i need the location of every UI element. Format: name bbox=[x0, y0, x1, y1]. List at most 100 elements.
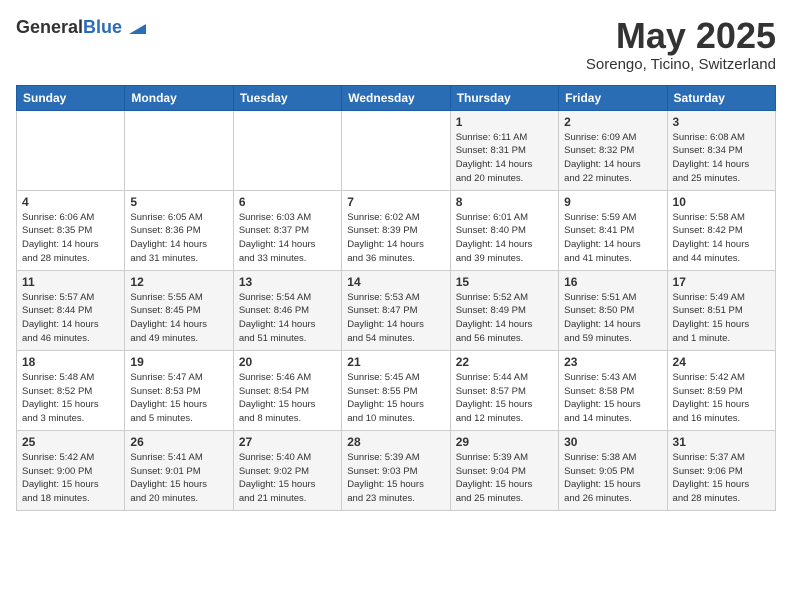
day-info: Sunrise: 6:05 AM Sunset: 8:36 PM Dayligh… bbox=[130, 211, 227, 266]
logo-general: GeneralBlue bbox=[16, 17, 122, 38]
calendar-cell: 19 Sunrise: 5:47 AM Sunset: 8:53 PM Dayli… bbox=[125, 350, 233, 430]
day-number: 21 bbox=[347, 355, 444, 369]
weekday-header-saturday: Saturday bbox=[667, 85, 775, 110]
day-info: Sunrise: 5:39 AM Sunset: 9:03 PM Dayligh… bbox=[347, 451, 444, 506]
day-info: Sunrise: 5:59 AM Sunset: 8:41 PM Dayligh… bbox=[564, 211, 661, 266]
day-number: 16 bbox=[564, 275, 661, 289]
calendar-cell: 2 Sunrise: 6:09 AM Sunset: 8:32 PM Daylig… bbox=[559, 110, 667, 190]
day-number: 28 bbox=[347, 435, 444, 449]
weekday-header-tuesday: Tuesday bbox=[233, 85, 341, 110]
day-number: 19 bbox=[130, 355, 227, 369]
day-number: 9 bbox=[564, 195, 661, 209]
day-info: Sunrise: 5:54 AM Sunset: 8:46 PM Dayligh… bbox=[239, 291, 336, 346]
day-number: 31 bbox=[673, 435, 770, 449]
title-block: May 2025 Sorengo, Ticino, Switzerland bbox=[586, 16, 776, 73]
day-number: 13 bbox=[239, 275, 336, 289]
calendar-week-row: 18Sunrise: 5:48 AM Sunset: 8:52 PM Dayli… bbox=[17, 350, 776, 430]
calendar-cell: 14Sunrise: 5:53 AM Sunset: 8:47 PM Dayli… bbox=[342, 270, 450, 350]
calendar-cell: 25 Sunrise: 5:42 AM Sunset: 9:00 PM Dayli… bbox=[17, 430, 125, 510]
day-number: 3 bbox=[673, 115, 770, 129]
day-info: Sunrise: 5:44 AM Sunset: 8:57 PM Dayligh… bbox=[456, 371, 553, 426]
day-info: Sunrise: 5:42 AM Sunset: 8:59 PM Dayligh… bbox=[673, 371, 770, 426]
calendar-cell: 30 Sunrise: 5:38 AM Sunset: 9:05 PM Dayli… bbox=[559, 430, 667, 510]
calendar-cell: 13 Sunrise: 5:54 AM Sunset: 8:46 PM Dayli… bbox=[233, 270, 341, 350]
calendar-cell bbox=[233, 110, 341, 190]
calendar-cell: 22 Sunrise: 5:44 AM Sunset: 8:57 PM Dayli… bbox=[450, 350, 558, 430]
calendar-cell: 8Sunrise: 6:01 AM Sunset: 8:40 PM Daylig… bbox=[450, 190, 558, 270]
calendar-cell bbox=[17, 110, 125, 190]
day-info: Sunrise: 5:45 AM Sunset: 8:55 PM Dayligh… bbox=[347, 371, 444, 426]
day-info: Sunrise: 5:58 AM Sunset: 8:42 PM Dayligh… bbox=[673, 211, 770, 266]
day-number: 23 bbox=[564, 355, 661, 369]
day-info: Sunrise: 6:01 AM Sunset: 8:40 PM Dayligh… bbox=[456, 211, 553, 266]
day-info: Sunrise: 5:46 AM Sunset: 8:54 PM Dayligh… bbox=[239, 371, 336, 426]
calendar-cell: 23 Sunrise: 5:43 AM Sunset: 8:58 PM Dayli… bbox=[559, 350, 667, 430]
calendar-cell: 15 Sunrise: 5:52 AM Sunset: 8:49 PM Dayli… bbox=[450, 270, 558, 350]
day-info: Sunrise: 6:11 AM Sunset: 8:31 PM Dayligh… bbox=[456, 131, 553, 186]
day-info: Sunrise: 6:06 AM Sunset: 8:35 PM Dayligh… bbox=[22, 211, 119, 266]
calendar-cell bbox=[125, 110, 233, 190]
day-number: 11 bbox=[22, 275, 119, 289]
calendar-cell: 4Sunrise: 6:06 AM Sunset: 8:35 PM Daylig… bbox=[17, 190, 125, 270]
calendar-cell: 6Sunrise: 6:03 AM Sunset: 8:37 PM Daylig… bbox=[233, 190, 341, 270]
location-title: Sorengo, Ticino, Switzerland bbox=[586, 56, 776, 73]
calendar-cell: 21 Sunrise: 5:45 AM Sunset: 8:55 PM Dayli… bbox=[342, 350, 450, 430]
day-number: 5 bbox=[130, 195, 227, 209]
calendar-cell: 10 Sunrise: 5:58 AM Sunset: 8:42 PM Dayli… bbox=[667, 190, 775, 270]
day-number: 12 bbox=[130, 275, 227, 289]
day-info: Sunrise: 5:57 AM Sunset: 8:44 PM Dayligh… bbox=[22, 291, 119, 346]
day-info: Sunrise: 5:38 AM Sunset: 9:05 PM Dayligh… bbox=[564, 451, 661, 506]
calendar-table: SundayMondayTuesdayWednesdayThursdayFrid… bbox=[16, 85, 776, 511]
day-number: 1 bbox=[456, 115, 553, 129]
day-number: 10 bbox=[673, 195, 770, 209]
calendar-cell: 9 Sunrise: 5:59 AM Sunset: 8:41 PM Daylig… bbox=[559, 190, 667, 270]
day-number: 29 bbox=[456, 435, 553, 449]
calendar-cell: 11 Sunrise: 5:57 AM Sunset: 8:44 PM Dayli… bbox=[17, 270, 125, 350]
calendar-cell: 5 Sunrise: 6:05 AM Sunset: 8:36 PM Daylig… bbox=[125, 190, 233, 270]
calendar-cell: 16 Sunrise: 5:51 AM Sunset: 8:50 PM Dayli… bbox=[559, 270, 667, 350]
day-number: 17 bbox=[673, 275, 770, 289]
logo-icon bbox=[124, 16, 146, 38]
day-number: 20 bbox=[239, 355, 336, 369]
calendar-week-row: 1 Sunrise: 6:11 AM Sunset: 8:31 PM Daylig… bbox=[17, 110, 776, 190]
day-number: 14 bbox=[347, 275, 444, 289]
weekday-header-monday: Monday bbox=[125, 85, 233, 110]
day-info: Sunrise: 5:42 AM Sunset: 9:00 PM Dayligh… bbox=[22, 451, 119, 506]
page-header: GeneralBlue May 2025 Sorengo, Ticino, Sw… bbox=[16, 16, 776, 73]
day-number: 27 bbox=[239, 435, 336, 449]
calendar-cell: 27 Sunrise: 5:40 AM Sunset: 9:02 PM Dayli… bbox=[233, 430, 341, 510]
calendar-cell: 28 Sunrise: 5:39 AM Sunset: 9:03 PM Dayli… bbox=[342, 430, 450, 510]
day-number: 30 bbox=[564, 435, 661, 449]
calendar-cell: 26Sunrise: 5:41 AM Sunset: 9:01 PM Dayli… bbox=[125, 430, 233, 510]
day-number: 2 bbox=[564, 115, 661, 129]
day-number: 15 bbox=[456, 275, 553, 289]
day-number: 6 bbox=[239, 195, 336, 209]
calendar-cell: 7Sunrise: 6:02 AM Sunset: 8:39 PM Daylig… bbox=[342, 190, 450, 270]
day-number: 26 bbox=[130, 435, 227, 449]
calendar-cell: 24 Sunrise: 5:42 AM Sunset: 8:59 PM Dayli… bbox=[667, 350, 775, 430]
day-info: Sunrise: 5:43 AM Sunset: 8:58 PM Dayligh… bbox=[564, 371, 661, 426]
calendar-cell: 20 Sunrise: 5:46 AM Sunset: 8:54 PM Dayli… bbox=[233, 350, 341, 430]
day-info: Sunrise: 6:08 AM Sunset: 8:34 PM Dayligh… bbox=[673, 131, 770, 186]
day-info: Sunrise: 5:55 AM Sunset: 8:45 PM Dayligh… bbox=[130, 291, 227, 346]
weekday-header-sunday: Sunday bbox=[17, 85, 125, 110]
day-info: Sunrise: 5:48 AM Sunset: 8:52 PM Dayligh… bbox=[22, 371, 119, 426]
day-number: 24 bbox=[673, 355, 770, 369]
day-info: Sunrise: 6:09 AM Sunset: 8:32 PM Dayligh… bbox=[564, 131, 661, 186]
calendar-week-row: 11 Sunrise: 5:57 AM Sunset: 8:44 PM Dayli… bbox=[17, 270, 776, 350]
calendar-cell: 3 Sunrise: 6:08 AM Sunset: 8:34 PM Daylig… bbox=[667, 110, 775, 190]
calendar-cell bbox=[342, 110, 450, 190]
day-info: Sunrise: 5:40 AM Sunset: 9:02 PM Dayligh… bbox=[239, 451, 336, 506]
calendar-cell: 18Sunrise: 5:48 AM Sunset: 8:52 PM Dayli… bbox=[17, 350, 125, 430]
day-number: 25 bbox=[22, 435, 119, 449]
day-info: Sunrise: 5:37 AM Sunset: 9:06 PM Dayligh… bbox=[673, 451, 770, 506]
day-info: Sunrise: 5:47 AM Sunset: 8:53 PM Dayligh… bbox=[130, 371, 227, 426]
logo: GeneralBlue bbox=[16, 16, 146, 38]
day-info: Sunrise: 5:51 AM Sunset: 8:50 PM Dayligh… bbox=[564, 291, 661, 346]
calendar-cell: 31 Sunrise: 5:37 AM Sunset: 9:06 PM Dayli… bbox=[667, 430, 775, 510]
day-number: 7 bbox=[347, 195, 444, 209]
day-info: Sunrise: 5:52 AM Sunset: 8:49 PM Dayligh… bbox=[456, 291, 553, 346]
day-number: 22 bbox=[456, 355, 553, 369]
calendar-cell: 1 Sunrise: 6:11 AM Sunset: 8:31 PM Daylig… bbox=[450, 110, 558, 190]
calendar-week-row: 25 Sunrise: 5:42 AM Sunset: 9:00 PM Dayli… bbox=[17, 430, 776, 510]
